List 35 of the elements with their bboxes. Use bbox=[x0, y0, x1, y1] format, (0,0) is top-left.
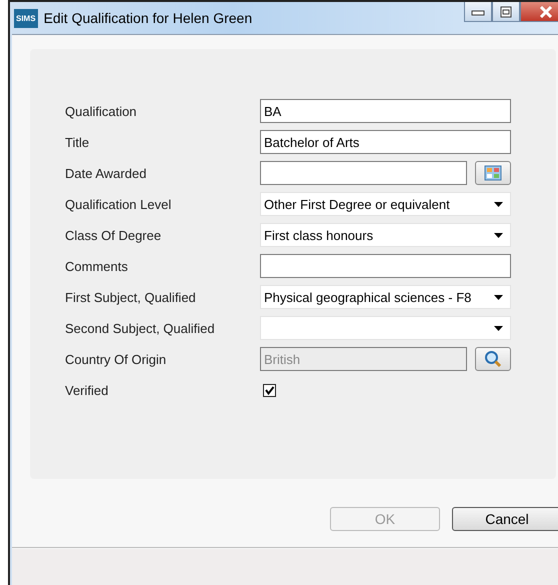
minimize-icon bbox=[471, 8, 485, 16]
field-label: Verified bbox=[65, 382, 110, 398]
caret-icon bbox=[494, 232, 503, 238]
text-field[interactable] bbox=[260, 254, 511, 278]
search-button[interactable] bbox=[475, 347, 511, 371]
caret-icon bbox=[494, 326, 503, 330]
maximize-button[interactable] bbox=[492, 2, 520, 22]
calendar-icon bbox=[484, 165, 502, 181]
field-label: First Subject, Qualified bbox=[65, 290, 197, 304]
field-label: Class Of Degree bbox=[65, 228, 162, 242]
calendar-button[interactable] bbox=[475, 161, 511, 185]
maximize-icon bbox=[499, 6, 513, 18]
window-title: Edit Qualification for Helen Green bbox=[44, 10, 254, 26]
dropdown[interactable]: First class honours bbox=[260, 223, 511, 247]
field-label: Qualification Level bbox=[65, 196, 172, 212]
field-label: Comments bbox=[65, 258, 129, 274]
field-label: Qualification bbox=[65, 104, 138, 118]
dialog-button[interactable]: Cancel bbox=[452, 507, 558, 531]
checkbox[interactable] bbox=[263, 384, 276, 396]
caret-icon bbox=[494, 202, 503, 206]
dropdown[interactable]: Physical geographical sciences - F8 bbox=[260, 285, 511, 309]
search-icon bbox=[484, 350, 502, 368]
app-logo: SIMS bbox=[14, 8, 38, 28]
close-icon bbox=[539, 6, 553, 18]
text-field[interactable]: BA bbox=[260, 99, 511, 123]
date-field[interactable] bbox=[260, 161, 467, 185]
field-label: Second Subject, Qualified bbox=[65, 320, 216, 336]
caret-icon bbox=[494, 294, 503, 300]
dropdown[interactable]: Other First Degree or equivalent bbox=[260, 192, 511, 216]
minimize-button[interactable] bbox=[464, 2, 492, 22]
field-label: Date Awarded bbox=[65, 166, 148, 180]
close-button[interactable] bbox=[520, 2, 558, 22]
text-field[interactable]: Batchelor of Arts bbox=[260, 130, 511, 154]
field-label: Title bbox=[65, 134, 90, 150]
field-label: Country Of Origin bbox=[65, 352, 168, 366]
